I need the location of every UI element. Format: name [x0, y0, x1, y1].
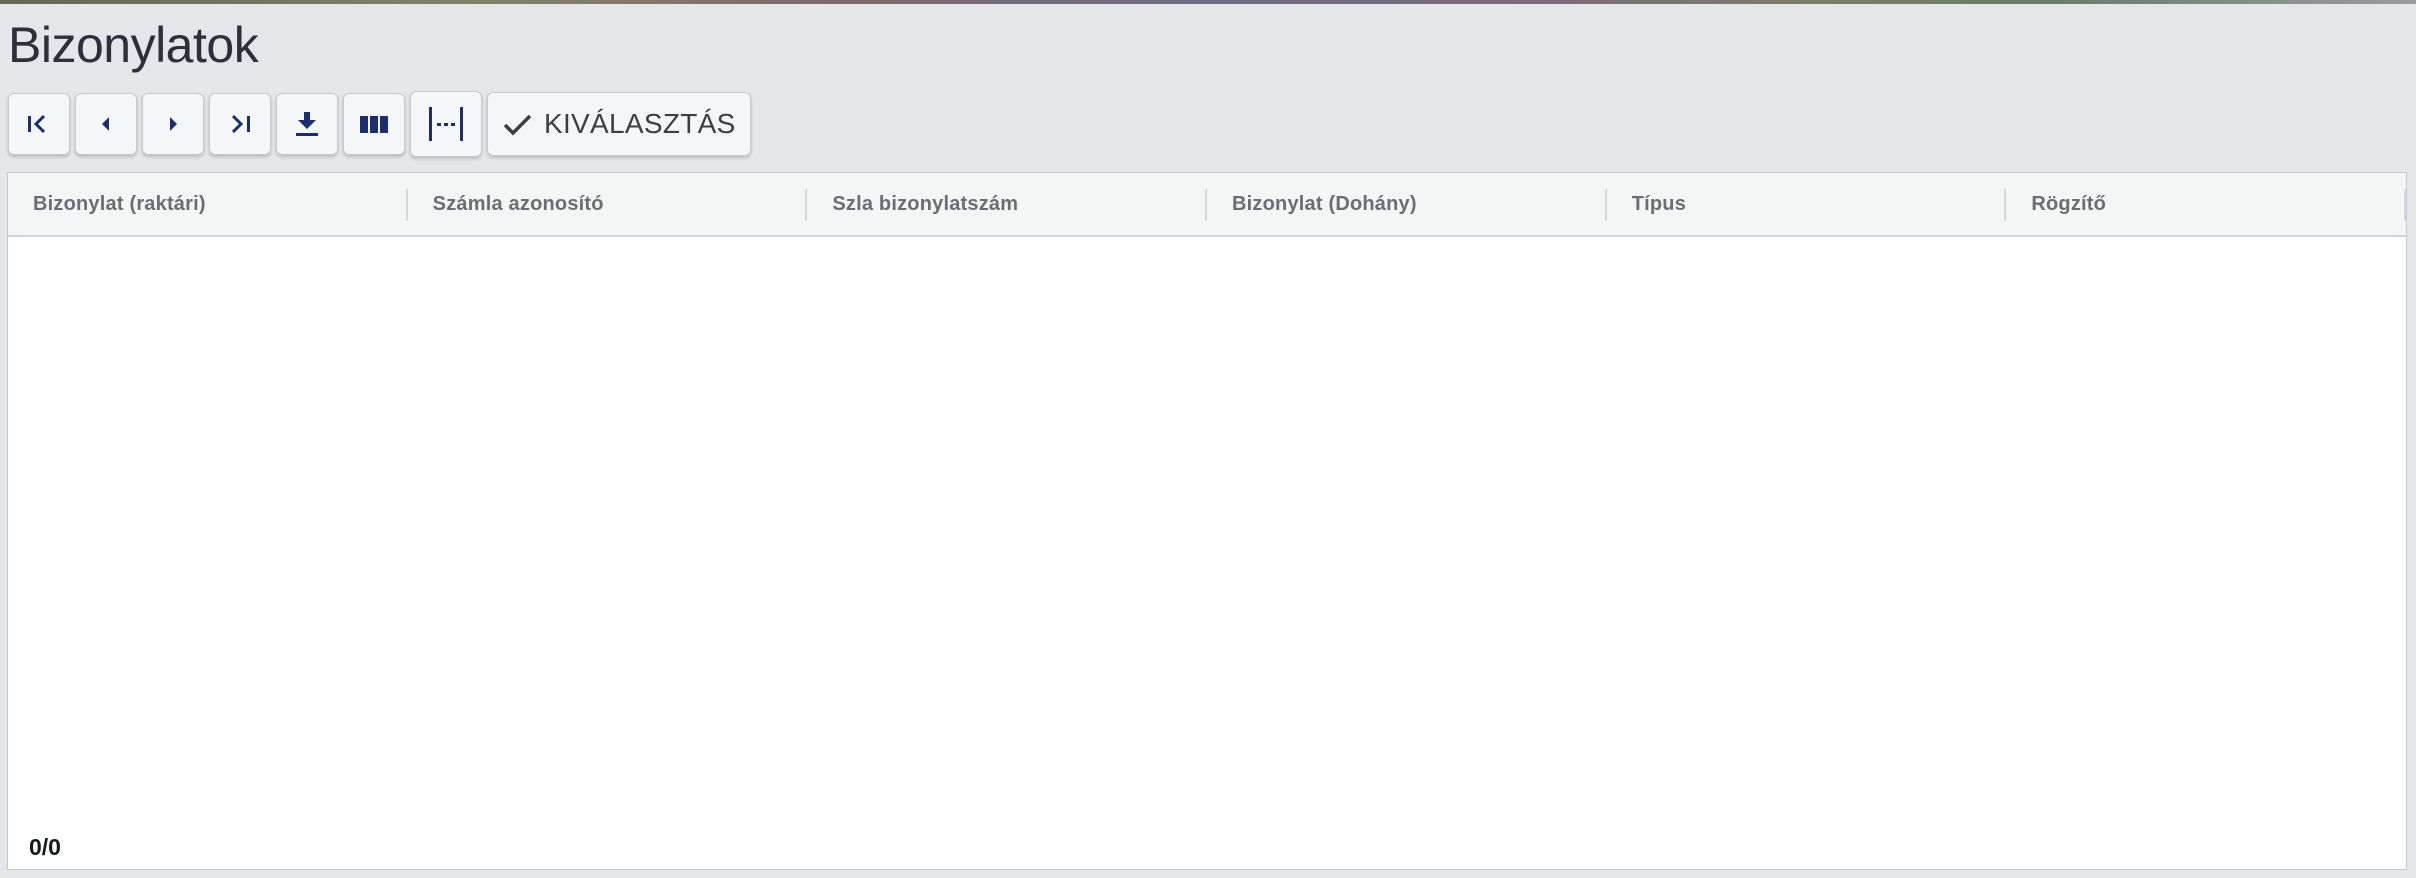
grid-toolbar: KIVÁLASZTÁS [8, 91, 751, 159]
last-page-button[interactable] [209, 93, 271, 155]
download-button[interactable] [276, 93, 338, 155]
column-header-bizonylat-raktari[interactable]: Bizonylat (raktári) [8, 173, 408, 235]
fit-width-icon [426, 104, 466, 144]
data-grid: Bizonylat (raktári) Számla azonosító Szl… [7, 172, 2407, 870]
first-page-button[interactable] [8, 93, 70, 155]
grid-header: Bizonylat (raktári) Számla azonosító Szl… [8, 173, 2406, 237]
column-header-rogzito[interactable]: Rögzítő [2006, 173, 2406, 235]
top-tab-strip [0, 0, 2416, 4]
check-icon [502, 111, 534, 137]
previous-page-icon [96, 113, 116, 135]
page-title: Bizonylatok [8, 17, 259, 73]
column-header-bizonylat-dohany[interactable]: Bizonylat (Dohány) [1207, 173, 1607, 235]
grid-body: 0/0 [8, 237, 2406, 869]
columns-icon [359, 113, 389, 135]
fit-width-button[interactable] [410, 91, 482, 157]
select-button[interactable]: KIVÁLASZTÁS [487, 92, 751, 156]
next-page-button[interactable] [142, 93, 204, 155]
first-page-icon [26, 113, 52, 135]
download-icon [294, 110, 320, 138]
previous-page-button[interactable] [75, 93, 137, 155]
column-header-szla-bizonylatszam[interactable]: Szla bizonylatszám [807, 173, 1207, 235]
next-page-icon [163, 113, 183, 135]
select-button-label: KIVÁLASZTÁS [544, 108, 736, 139]
column-header-szamla-azonosito[interactable]: Számla azonosító [408, 173, 808, 235]
row-count: 0/0 [29, 834, 61, 860]
column-header-tipus[interactable]: Típus [1607, 173, 2007, 235]
last-page-icon [227, 113, 253, 135]
columns-button[interactable] [343, 93, 405, 155]
